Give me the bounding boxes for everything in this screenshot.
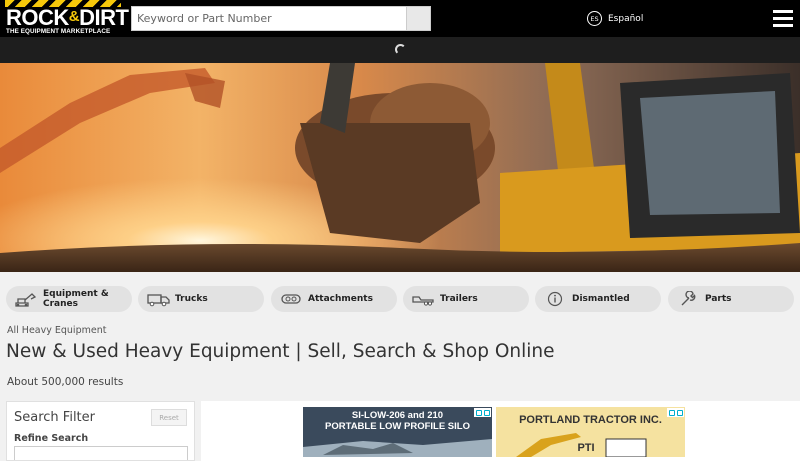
category-trucks[interactable]: Trucks	[138, 286, 264, 312]
breadcrumb[interactable]: All Heavy Equipment	[7, 325, 106, 336]
language-globe-icon: ES	[587, 11, 602, 26]
trailer-icon	[410, 290, 436, 308]
refine-search-label: Refine Search	[14, 433, 89, 444]
search-input[interactable]	[132, 7, 407, 30]
excavator-icon	[13, 290, 39, 308]
category-label: Dismantled	[572, 294, 630, 304]
language-switch[interactable]: ES Español	[587, 10, 643, 27]
category-label: Trailers	[440, 294, 478, 304]
truck-icon	[145, 290, 171, 308]
adchoices-icon[interactable]	[474, 408, 491, 417]
language-label: Español	[608, 13, 644, 24]
category-equipment-cranes[interactable]: Equipment & Cranes	[6, 286, 132, 312]
category-dismantled[interactable]: Dismantled	[535, 286, 661, 312]
hero-banner-image	[0, 63, 800, 272]
wrench-icon	[675, 290, 701, 308]
category-parts[interactable]: Parts	[668, 286, 794, 312]
category-nav: Equipment & Cranes Trucks Attachments Tr…	[0, 286, 800, 312]
filter-title: Search Filter	[14, 410, 95, 425]
reset-button[interactable]: Reset	[151, 409, 187, 426]
adchoices-icon[interactable]	[667, 408, 684, 417]
search-button[interactable]	[406, 7, 430, 30]
listing-content-panel: SI-LOW-206 and 210 PORTABLE LOW PROFILE …	[201, 401, 800, 461]
loading-spinner-icon	[395, 44, 406, 55]
category-attachments[interactable]: Attachments	[271, 286, 397, 312]
category-label: Parts	[705, 294, 732, 304]
top-header: ROCK&DIRT THE EQUIPMENT MARKETPLACE ES E…	[0, 0, 800, 37]
info-circle-icon	[542, 290, 568, 308]
search-filter-panel: Search Filter Reset Refine Search	[6, 401, 195, 461]
loading-bar	[0, 37, 800, 63]
category-label: Equipment & Cranes	[43, 289, 109, 309]
attachment-icon	[278, 290, 304, 308]
category-label: Attachments	[308, 294, 373, 304]
page-title: New & Used Heavy Equipment | Sell, Searc…	[6, 341, 555, 362]
hamburger-menu-icon[interactable]	[773, 10, 793, 27]
results-count: About 500,000 results	[7, 376, 124, 388]
logo-tagline: THE EQUIPMENT MARKETPLACE	[6, 28, 111, 35]
rock-and-dirt-logo[interactable]: ROCK&DIRT THE EQUIPMENT MARKETPLACE	[5, 0, 129, 37]
category-trailers[interactable]: Trailers	[403, 286, 529, 312]
category-label: Trucks	[175, 294, 208, 304]
search-box	[131, 6, 431, 31]
refine-search-input[interactable]	[14, 446, 188, 460]
